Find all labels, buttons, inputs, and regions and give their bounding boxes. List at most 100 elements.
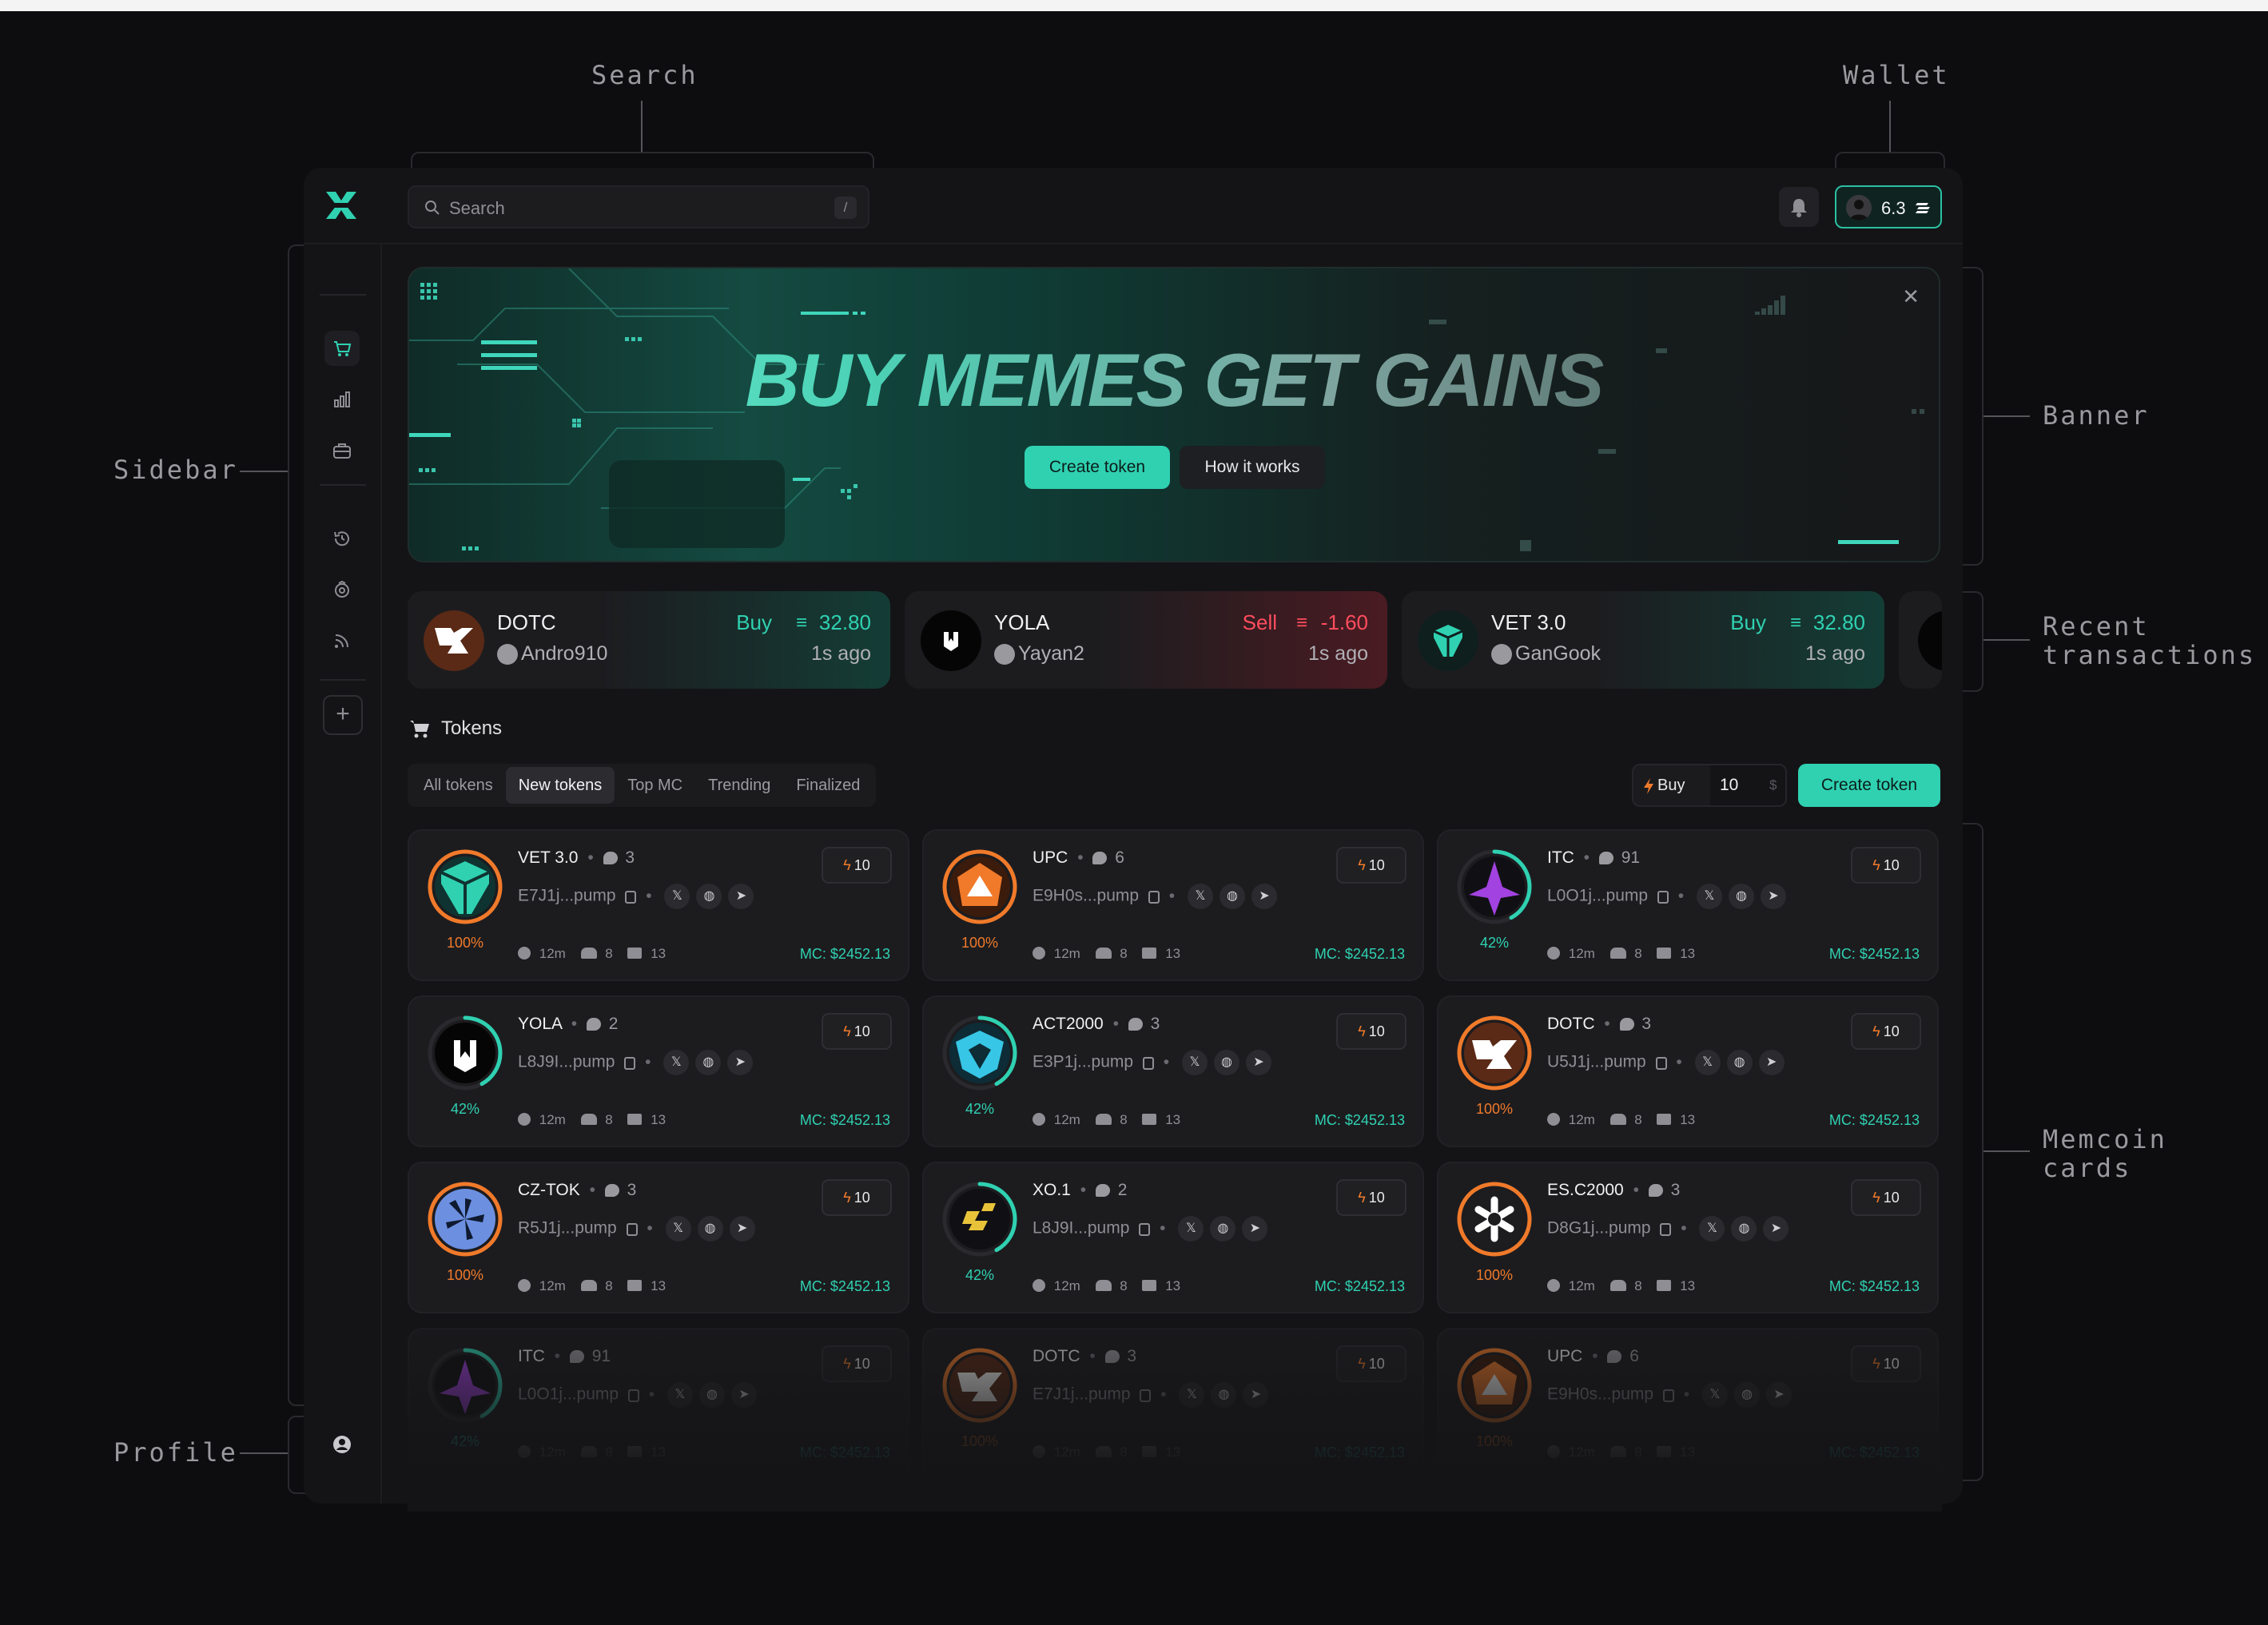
quick-buy-button[interactable]: ϟ 10 [822, 847, 892, 884]
wallet-button[interactable]: 6.3 [1835, 185, 1942, 228]
telegram-icon[interactable]: ➤ [1765, 1382, 1792, 1408]
quick-buy-button[interactable]: ϟ 10 [1336, 847, 1407, 884]
x-icon[interactable]: 𝕏 [1701, 1382, 1728, 1408]
app-logo-icon[interactable] [321, 187, 361, 224]
token-card[interactable]: 100% UPC • 6 E9H0s...pump • 𝕏 ◍ ➤ 12m 8 13 [922, 829, 1424, 981]
telegram-icon[interactable]: ➤ [730, 1382, 757, 1408]
telegram-icon[interactable]: ➤ [1245, 1050, 1271, 1075]
telegram-icon[interactable]: ➤ [729, 1216, 755, 1242]
telegram-icon[interactable]: ➤ [728, 884, 754, 909]
sidebar-item-rewards[interactable] [324, 572, 360, 607]
token-card[interactable]: 42% ITC • 91 L0O1j...pump • 𝕏 ◍ ➤ 12m 8 13 [408, 1328, 909, 1480]
globe-icon[interactable]: ◍ [695, 1050, 722, 1075]
globe-icon[interactable]: ◍ [1219, 884, 1245, 909]
quick-buy-amount: 10 [1883, 857, 1900, 873]
copy-icon[interactable] [627, 1389, 639, 1402]
quick-buy-amount[interactable]: Buy 10 $ [1632, 764, 1787, 807]
sidebar-item-feed[interactable] [324, 623, 360, 658]
quick-buy-button[interactable]: ϟ 10 [1336, 1179, 1407, 1216]
globe-icon[interactable]: ◍ [697, 1216, 723, 1242]
token-card[interactable]: 100% DOTC • 3 E7J1j...pump • 𝕏 ◍ ➤ 12m 8 1… [922, 1328, 1424, 1480]
globe-icon[interactable]: ◍ [1210, 1216, 1236, 1242]
globe-icon[interactable]: ◍ [1213, 1050, 1239, 1075]
globe-icon[interactable]: ◍ [696, 884, 722, 909]
telegram-icon[interactable]: ➤ [1760, 884, 1786, 909]
transaction-item[interactable]: DOTC Andro910 Buy ≡ 32.80 1s ago [408, 591, 890, 689]
tab-new-tokens[interactable]: New tokens [505, 767, 615, 804]
banner-create-token-button[interactable]: Create token [1025, 446, 1170, 489]
copy-icon[interactable] [1142, 1056, 1154, 1070]
copy-icon[interactable] [625, 890, 637, 904]
token-card[interactable]: 100% UPC • 6 E9H0s...pump • 𝕏 ◍ ➤ 12m 8 13 [1437, 1328, 1939, 1480]
globe-icon[interactable]: ◍ [1733, 1382, 1760, 1408]
x-icon[interactable]: 𝕏 [1181, 1050, 1208, 1075]
telegram-icon[interactable]: ➤ [1242, 1216, 1268, 1242]
notifications-button[interactable] [1779, 187, 1819, 227]
globe-icon[interactable]: ◍ [698, 1382, 725, 1408]
telegram-icon[interactable]: ➤ [1763, 1216, 1789, 1242]
copy-icon[interactable] [624, 1056, 636, 1070]
globe-icon[interactable]: ◍ [1211, 1382, 1237, 1408]
token-card[interactable]: 42% XO.1 • 2 L8J9I...pump • 𝕏 ◍ ➤ 12m 8 13 [922, 1162, 1424, 1313]
profile-button[interactable] [324, 1427, 360, 1462]
sidebar-item-history[interactable] [324, 521, 360, 556]
transaction-item-partial[interactable] [1899, 591, 1942, 689]
copy-icon[interactable] [1148, 890, 1160, 904]
quick-buy-button[interactable]: ϟ 10 [1336, 1013, 1407, 1050]
globe-icon[interactable]: ◍ [1726, 1050, 1753, 1075]
x-icon[interactable]: 𝕏 [1699, 1216, 1725, 1242]
sidebar-item-portfolio[interactable] [324, 433, 360, 468]
telegram-icon[interactable]: ➤ [1758, 1050, 1785, 1075]
quick-buy-button[interactable]: ϟ 10 [1851, 1345, 1921, 1382]
tab-all-tokens[interactable]: All tokens [411, 767, 506, 804]
token-card[interactable]: 42% ACT2000 • 3 E3P1j...pump • 𝕏 ◍ ➤ 12m 8… [922, 995, 1424, 1147]
quick-buy-button[interactable]: ϟ 10 [822, 1345, 892, 1382]
x-icon[interactable]: 𝕏 [1178, 1216, 1204, 1242]
tab-top-mc[interactable]: Top MC [615, 767, 695, 804]
telegram-icon[interactable]: ➤ [1251, 884, 1277, 909]
copy-icon[interactable] [1662, 1389, 1674, 1402]
x-icon[interactable]: 𝕏 [665, 1216, 691, 1242]
transaction-item[interactable]: VET 3.0 GanGook Buy ≡ 32.80 1s ago [1402, 591, 1884, 689]
x-icon[interactable]: 𝕏 [1694, 1050, 1721, 1075]
quick-buy-button[interactable]: ϟ 10 [1851, 1179, 1921, 1216]
globe-icon[interactable]: ◍ [1728, 884, 1754, 909]
x-icon[interactable]: 𝕏 [1696, 884, 1722, 909]
copy-icon[interactable] [1655, 1056, 1667, 1070]
token-card[interactable]: 42% ITC • 91 L0O1j...pump • 𝕏 ◍ ➤ 12m 8 13 [1437, 829, 1939, 981]
quick-buy-button[interactable]: ϟ 10 [822, 1179, 892, 1216]
quick-buy-button[interactable]: ϟ 10 [1336, 1345, 1407, 1382]
x-icon[interactable]: 𝕏 [1187, 884, 1213, 909]
copy-icon[interactable] [1139, 1222, 1151, 1236]
copy-icon[interactable] [1660, 1222, 1672, 1236]
create-token-button[interactable]: Create token [1798, 764, 1940, 807]
telegram-icon[interactable]: ➤ [1243, 1382, 1269, 1408]
quick-buy-button[interactable]: ϟ 10 [1851, 1013, 1921, 1050]
globe-icon[interactable]: ◍ [1731, 1216, 1757, 1242]
sidebar-item-stats[interactable] [324, 382, 360, 417]
copy-icon[interactable] [626, 1222, 638, 1236]
copy-icon[interactable] [1140, 1389, 1152, 1402]
x-icon[interactable]: 𝕏 [663, 1050, 690, 1075]
tab-trending[interactable]: Trending [695, 767, 783, 804]
quick-buy-button[interactable]: ϟ 10 [1851, 847, 1921, 884]
x-icon[interactable]: 𝕏 [1179, 1382, 1205, 1408]
x-icon[interactable]: 𝕏 [664, 884, 690, 909]
x-icon[interactable]: 𝕏 [666, 1382, 693, 1408]
add-button[interactable]: + [323, 695, 363, 735]
token-progress-ring [1457, 849, 1532, 924]
quick-buy-button[interactable]: ϟ 10 [822, 1013, 892, 1050]
how-it-works-button[interactable]: How it works [1180, 446, 1325, 489]
token-card[interactable]: 100% ES.C2000 • 3 D8G1j...pump • 𝕏 ◍ ➤ 12m… [1437, 1162, 1939, 1313]
search-input[interactable]: Search / [408, 185, 869, 228]
copy-icon[interactable] [1657, 890, 1669, 904]
token-card[interactable]: 100% DOTC • 3 U5J1j...pump • 𝕏 ◍ ➤ 12m 8 1… [1437, 995, 1939, 1147]
sidebar-item-market[interactable] [324, 331, 360, 366]
close-banner-icon[interactable]: ✕ [1902, 284, 1920, 309]
token-card[interactable]: 42% YOLA • 2 L8J9I...pump • 𝕏 ◍ ➤ 12m 8 13 [408, 995, 909, 1147]
telegram-icon[interactable]: ➤ [727, 1050, 754, 1075]
transaction-item[interactable]: YOLA Yayan2 Sell ≡ -1.60 1s ago [905, 591, 1387, 689]
token-card[interactable]: 100% VET 3.0 • 3 E7J1j...pump • 𝕏 ◍ ➤ 12m … [408, 829, 909, 981]
token-card[interactable]: 100% CZ-TOK • 3 R5J1j...pump • 𝕏 ◍ ➤ 12m 8… [408, 1162, 909, 1313]
tab-finalized[interactable]: Finalized [783, 767, 873, 804]
